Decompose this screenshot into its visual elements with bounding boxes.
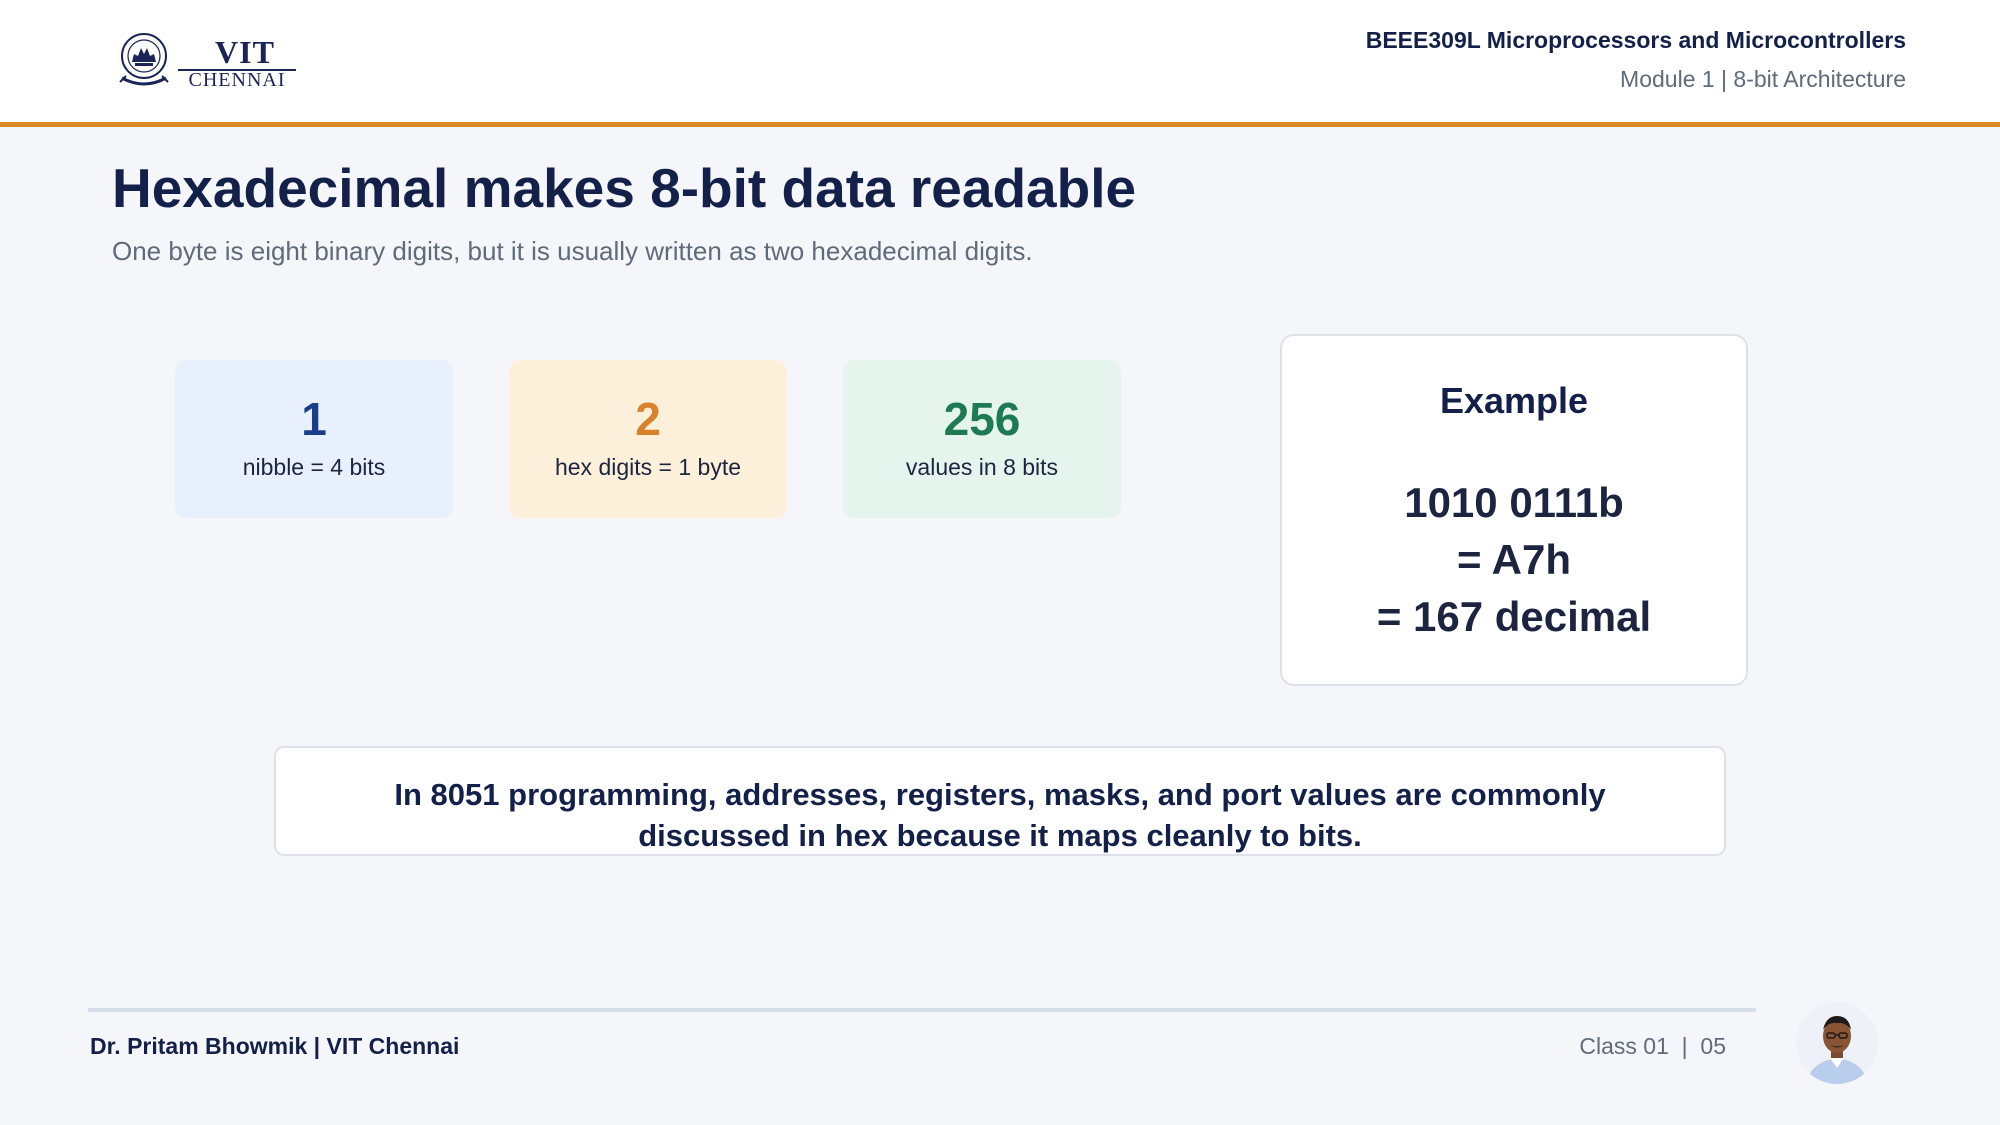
logo-chennai-text: CHENNAI (188, 69, 286, 91)
key-note-box: In 8051 programming, addresses, register… (274, 746, 1726, 856)
footer-divider (88, 1008, 1756, 1012)
footer-separator: | (1681, 1033, 1688, 1059)
example-lines: 1010 0111b = A7h = 167 decimal (1282, 474, 1746, 645)
stat-card-hex-digits: 2 hex digits = 1 byte (509, 360, 787, 518)
footer-author: Dr. Pritam Bhowmik | VIT Chennai (90, 1033, 460, 1059)
vit-chennai-logo: VIT CHENNAI (118, 32, 298, 91)
university-seal-icon (119, 33, 169, 86)
slide-title: Hexadecimal makes 8-bit data readable (112, 157, 1137, 219)
stat-card-values: 256 values in 8 bits (843, 360, 1121, 518)
stat-value: 2 (635, 393, 661, 445)
presenter-photo-icon (1796, 1002, 1878, 1084)
module-label: Module 1 | 8-bit Architecture (1620, 66, 1906, 92)
page-number: 05 (1700, 1033, 1726, 1059)
logo-vit-text: VIT (215, 34, 275, 70)
stat-value: 256 (943, 393, 1021, 445)
stat-value: 1 (301, 393, 327, 445)
example-title: Example (1439, 380, 1589, 421)
example-card: Example 1010 0111b = A7h = 167 decimal (1280, 334, 1748, 686)
example-hex: = A7h (1457, 536, 1571, 583)
stat-label: nibble = 4 bits (242, 454, 386, 480)
stat-label: hex digits = 1 byte (554, 454, 742, 480)
class-label: Class 01 (1579, 1033, 1669, 1059)
stat-card-nibble: 1 nibble = 4 bits (175, 360, 453, 518)
footer-page-info: Class 01 | 05 (1579, 1033, 1726, 1060)
course-title: BEEE309L Microprocessors and Microcontro… (1365, 27, 1906, 53)
slide-header: VIT CHENNAI BEEE309L Microprocessors and… (0, 0, 2000, 127)
example-decimal: = 167 decimal (1376, 593, 1652, 640)
slide-subtitle: One byte is eight binary digits, but it … (112, 236, 1033, 266)
key-note-text: In 8051 programming, addresses, register… (394, 777, 1606, 853)
example-binary: 1010 0111b (1404, 479, 1624, 526)
stat-label: values in 8 bits (905, 454, 1059, 480)
presenter-avatar (1796, 1002, 1878, 1084)
